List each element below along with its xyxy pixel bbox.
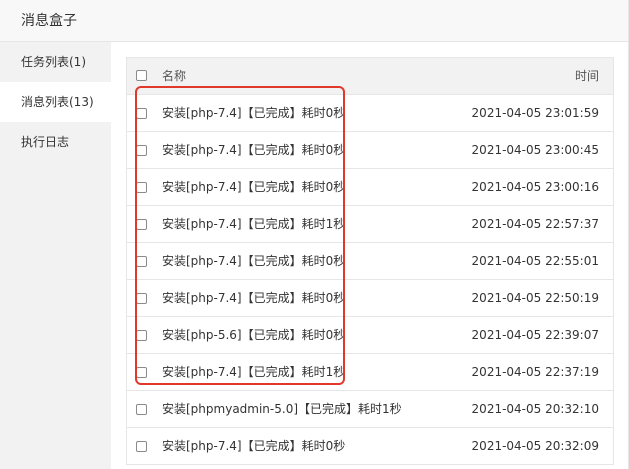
table-row: 安装[php-7.4]【已完成】耗时1秒 2021-04-05 22:57:37 — [127, 206, 613, 243]
row-name: 安装[php-7.4]【已完成】耗时0秒 — [162, 106, 346, 120]
table-header: 名称 时间 — [127, 58, 613, 95]
row-time: 2021-04-05 22:55:01 — [471, 254, 599, 268]
row-name: 安装[php-7.4]【已完成】耗时0秒 — [162, 254, 346, 268]
row-time: 2021-04-05 23:00:16 — [471, 180, 599, 194]
row-time: 2021-04-05 20:32:09 — [471, 439, 599, 453]
row-time: 2021-04-05 22:57:37 — [471, 217, 599, 231]
table-row: 安装[phpmyadmin-5.0]【已完成】耗时1秒 2021-04-05 2… — [127, 391, 613, 428]
message-box-window: 消息盒子 任务列表(1) 消息列表(13) 执行日志 名称 时间 安装[php-… — [0, 0, 629, 469]
title-bar: 消息盒子 — [0, 0, 628, 42]
row-time: 2021-04-05 23:00:45 — [471, 143, 599, 157]
row-name: 安装[php-7.4]【已完成】耗时1秒 — [162, 217, 346, 231]
row-checkbox[interactable] — [136, 108, 147, 119]
column-header-name: 名称 — [162, 69, 187, 83]
table-row: 安装[php-5.6]【已完成】耗时0秒 2021-04-05 22:39:07 — [127, 317, 613, 354]
sidebar-item-task-list[interactable]: 任务列表(1) — [0, 42, 111, 82]
row-checkbox[interactable] — [136, 441, 147, 452]
message-table: 名称 时间 安装[php-7.4]【已完成】耗时0秒 2021-04-05 23… — [126, 57, 614, 465]
table-row: 安装[php-7.4]【已完成】耗时0秒 2021-04-05 23:01:59 — [127, 95, 613, 132]
message-list-panel: 名称 时间 安装[php-7.4]【已完成】耗时0秒 2021-04-05 23… — [111, 42, 628, 469]
row-name: 安装[php-7.4]【已完成】耗时1秒 — [162, 365, 346, 379]
row-checkbox[interactable] — [136, 367, 147, 378]
select-all-checkbox[interactable] — [136, 70, 147, 81]
row-checkbox[interactable] — [136, 256, 147, 267]
table-row: 安装[php-7.4]【已完成】耗时1秒 2021-04-05 22:37:19 — [127, 354, 613, 391]
column-header-time: 时间 — [574, 69, 599, 83]
row-name: 安装[php-5.6]【已完成】耗时0秒 — [162, 328, 346, 342]
row-checkbox[interactable] — [136, 182, 147, 193]
table-row: 安装[php-7.4]【已完成】耗时0秒 2021-04-05 22:50:19 — [127, 280, 613, 317]
row-name: 安装[php-7.4]【已完成】耗时0秒 — [162, 180, 346, 194]
row-name: 安装[php-7.4]【已完成】耗时0秒 — [162, 143, 346, 157]
sidebar: 任务列表(1) 消息列表(13) 执行日志 — [0, 42, 111, 469]
table-row: 安装[php-7.4]【已完成】耗时0秒 2021-04-05 22:55:01 — [127, 243, 613, 280]
row-checkbox[interactable] — [136, 330, 147, 341]
row-checkbox[interactable] — [136, 145, 147, 156]
row-name: 安装[php-7.4]【已完成】耗时0秒 — [162, 439, 346, 453]
row-name: 安装[php-7.4]【已完成】耗时0秒 — [162, 291, 346, 305]
table-row: 安装[php-7.4]【已完成】耗时0秒 2021-04-05 20:32:09 — [127, 428, 613, 465]
sidebar-item-execution-log[interactable]: 执行日志 — [0, 122, 111, 162]
row-checkbox[interactable] — [136, 404, 147, 415]
sidebar-item-message-list[interactable]: 消息列表(13) — [0, 82, 111, 122]
table-row: 安装[php-7.4]【已完成】耗时0秒 2021-04-05 23:00:16 — [127, 169, 613, 206]
table-row: 安装[php-7.4]【已完成】耗时0秒 2021-04-05 23:00:45 — [127, 132, 613, 169]
row-time: 2021-04-05 23:01:59 — [471, 106, 599, 120]
row-checkbox[interactable] — [136, 293, 147, 304]
row-name: 安装[phpmyadmin-5.0]【已完成】耗时1秒 — [162, 402, 402, 416]
window-title: 消息盒子 — [21, 13, 77, 29]
row-time: 2021-04-05 22:39:07 — [471, 328, 599, 342]
row-checkbox[interactable] — [136, 219, 147, 230]
row-time: 2021-04-05 22:37:19 — [471, 365, 599, 379]
row-time: 2021-04-05 20:32:10 — [471, 402, 599, 416]
row-time: 2021-04-05 22:50:19 — [471, 291, 599, 305]
